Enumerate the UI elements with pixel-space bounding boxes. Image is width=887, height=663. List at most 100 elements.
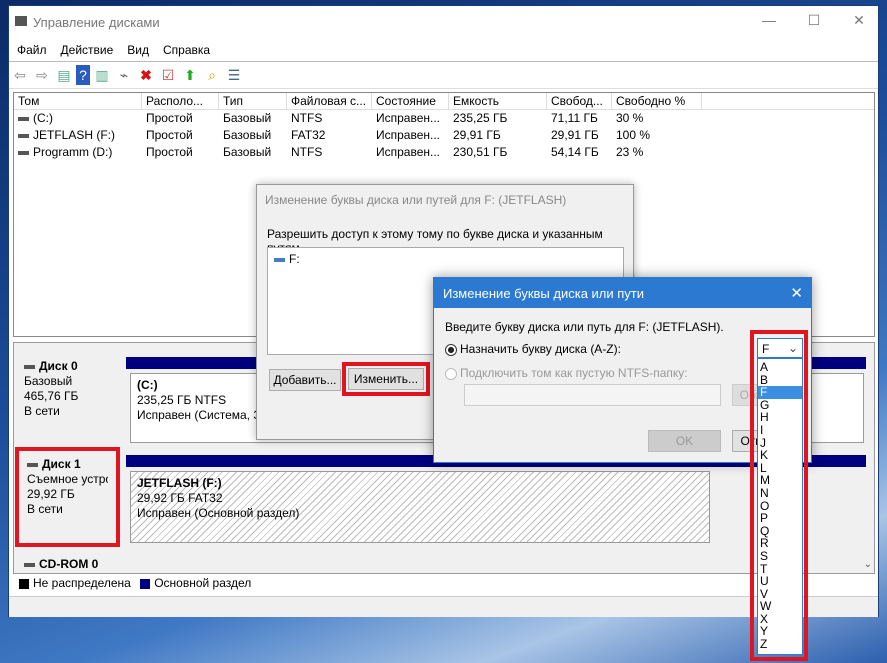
- disk-1-label[interactable]: Диск 1 Съемное устро 29,92 ГБ В сети: [15, 447, 120, 547]
- disk-name: Диск 1: [42, 457, 81, 471]
- dropdown-option-i[interactable]: I: [758, 424, 802, 437]
- disk-type: Базовый: [24, 374, 73, 388]
- cell-text: (C:): [33, 111, 53, 125]
- close-button[interactable]: ✕: [790, 284, 803, 302]
- dropdown-option-a[interactable]: A: [758, 361, 802, 374]
- radio-label: Подключить том как пустую NTFS-папку:: [460, 366, 688, 380]
- column-header[interactable]: Тип: [219, 93, 287, 110]
- menu-bar: Файл Действие Вид Справка: [9, 40, 878, 62]
- cell-text: Простой: [146, 111, 193, 125]
- cell-text: Исправен...: [376, 111, 441, 125]
- column-header[interactable]: Располо...: [142, 93, 219, 110]
- search-icon[interactable]: ⌕: [202, 65, 222, 85]
- action-pane-icon[interactable]: ▥: [92, 65, 112, 85]
- table-cell: Исправен...: [372, 110, 449, 127]
- disk-name: Диск 0: [39, 359, 78, 373]
- ok-button[interactable]: OK: [648, 430, 721, 452]
- dropdown-option-k[interactable]: K: [758, 449, 802, 462]
- partition-jetflash[interactable]: JETFLASH (F:) 29,92 ГБ FAT32 Исправен (О…: [130, 471, 710, 543]
- cell-text: Простой: [146, 145, 193, 159]
- radio-unchecked-icon: [445, 367, 457, 380]
- add-button[interactable]: Добавить...: [269, 369, 341, 391]
- delete-icon[interactable]: ✖: [136, 65, 156, 85]
- dropdown-option-h[interactable]: H: [758, 411, 802, 424]
- column-header[interactable]: Файловая с...: [287, 93, 372, 110]
- table-row[interactable]: Programm (D:) Простой Базовый NTFS Исправен.…: [14, 144, 874, 161]
- export-icon[interactable]: ⬆: [180, 65, 200, 85]
- disk-management-icon: [15, 16, 27, 26]
- partition-size: 29,92 ГБ FAT32: [137, 491, 223, 505]
- table-cell: 54,14 ГБ: [547, 144, 612, 161]
- disk-0-label[interactable]: Диск 0 Базовый 465,76 ГБ В сети: [16, 353, 118, 448]
- cell-text: Простой: [146, 128, 193, 142]
- dialog-description: Введите букву диска или путь для F: (JET…: [445, 320, 724, 334]
- maximize-button[interactable]: ☐: [799, 12, 829, 32]
- selected-letter: F: [762, 342, 770, 356]
- dropdown-option-n[interactable]: N: [758, 487, 802, 500]
- path-entry[interactable]: F:: [289, 252, 300, 266]
- menu-file[interactable]: Файл: [9, 40, 53, 57]
- menu-help[interactable]: Справка: [155, 40, 216, 57]
- radio-label: Назначить букву диска (A-Z):: [460, 342, 621, 356]
- column-header[interactable]: Состояние: [372, 93, 449, 110]
- menu-view[interactable]: Вид: [119, 40, 155, 57]
- cdrom-0-label[interactable]: CD-ROM 0: [16, 551, 118, 573]
- table-row[interactable]: (C:) Простой Базовый NTFS Исправен... 235,25 …: [14, 110, 874, 127]
- column-header[interactable]: Свободно %: [612, 93, 702, 110]
- table-cell: Базовый: [219, 144, 287, 161]
- table-cell: Базовый: [219, 110, 287, 127]
- settings-icon[interactable]: ☰: [224, 65, 244, 85]
- status-bar: [9, 596, 878, 617]
- legend-unallocated: Не распределена: [33, 576, 131, 590]
- cell-text: Базовый: [223, 111, 272, 125]
- cell-text: NTFS: [291, 111, 323, 125]
- cell-text: 29,91 ГБ: [551, 128, 599, 142]
- table-cell: Исправен...: [372, 127, 449, 144]
- mount-folder-radio[interactable]: Подключить том как пустую NTFS-папку:: [445, 366, 688, 380]
- primary-swatch: [140, 578, 151, 589]
- partition-name: JETFLASH (F:): [137, 476, 222, 490]
- dropdown-option-f[interactable]: F: [758, 386, 802, 399]
- dialog-title: Изменение буквы диска или путей для F: (…: [265, 193, 567, 207]
- dropdown-option-p[interactable]: P: [758, 512, 802, 525]
- column-header[interactable]: Емкость: [449, 93, 547, 110]
- cell-text: Исправен...: [376, 128, 441, 142]
- connect-disk-icon[interactable]: ⌁: [114, 65, 134, 85]
- drive-icon: [18, 133, 29, 138]
- properties-icon[interactable]: ☑: [158, 65, 178, 85]
- drive-letter-select[interactable]: F ⌄: [757, 338, 803, 358]
- table-cell: 29,91 ГБ: [449, 127, 547, 144]
- cell-text: JETFLASH (F:): [33, 128, 116, 142]
- back-icon[interactable]: ⇦: [10, 65, 30, 85]
- table-cell: 71,11 ГБ: [547, 110, 612, 127]
- menu-action[interactable]: Действие: [53, 40, 120, 57]
- close-button[interactable]: ✕: [844, 12, 874, 32]
- disk-size: 465,76 ГБ: [24, 389, 79, 403]
- cell-text: 54,14 ГБ: [551, 145, 599, 159]
- minimize-button[interactable]: —: [754, 12, 784, 32]
- toolbar: ⇦ ⇨ ▤? ▥ ⌁ ✖ ☑ ⬆ ⌕ ☰: [9, 62, 878, 89]
- table-cell: Простой: [142, 127, 219, 144]
- dropdown-option-w[interactable]: W: [758, 600, 802, 613]
- change-button[interactable]: Изменить...: [348, 368, 424, 390]
- dialog-title: Изменение буквы диска или пути: [443, 286, 645, 301]
- radio-checked-icon: [445, 343, 457, 356]
- scroll-down-icon[interactable]: ⌄: [864, 559, 872, 570]
- column-header[interactable]: Свобод...: [547, 93, 612, 110]
- console-tree-icon[interactable]: ▤: [54, 65, 74, 85]
- dialog-title-bar: Изменение буквы диска или пути ✕: [434, 278, 811, 308]
- column-header[interactable]: Том: [14, 93, 142, 110]
- dropdown-option-z[interactable]: Z: [758, 638, 802, 651]
- dropdown-option-u[interactable]: U: [758, 575, 802, 588]
- dropdown-option-s[interactable]: S: [758, 550, 802, 563]
- cell-text: Базовый: [223, 128, 272, 142]
- assign-letter-radio[interactable]: Назначить букву диска (A-Z):: [445, 342, 621, 356]
- unallocated-swatch: [19, 578, 29, 589]
- help-icon[interactable]: ?: [76, 65, 90, 85]
- table-row[interactable]: JETFLASH (F:) Простой Базовый FAT32 Исправен…: [14, 127, 874, 144]
- cell-text: 71,11 ГБ: [551, 111, 598, 125]
- forward-icon[interactable]: ⇨: [32, 65, 52, 85]
- cell-text: Базовый: [223, 145, 272, 159]
- drive-icon: [18, 150, 29, 155]
- folder-path-input[interactable]: [464, 384, 721, 406]
